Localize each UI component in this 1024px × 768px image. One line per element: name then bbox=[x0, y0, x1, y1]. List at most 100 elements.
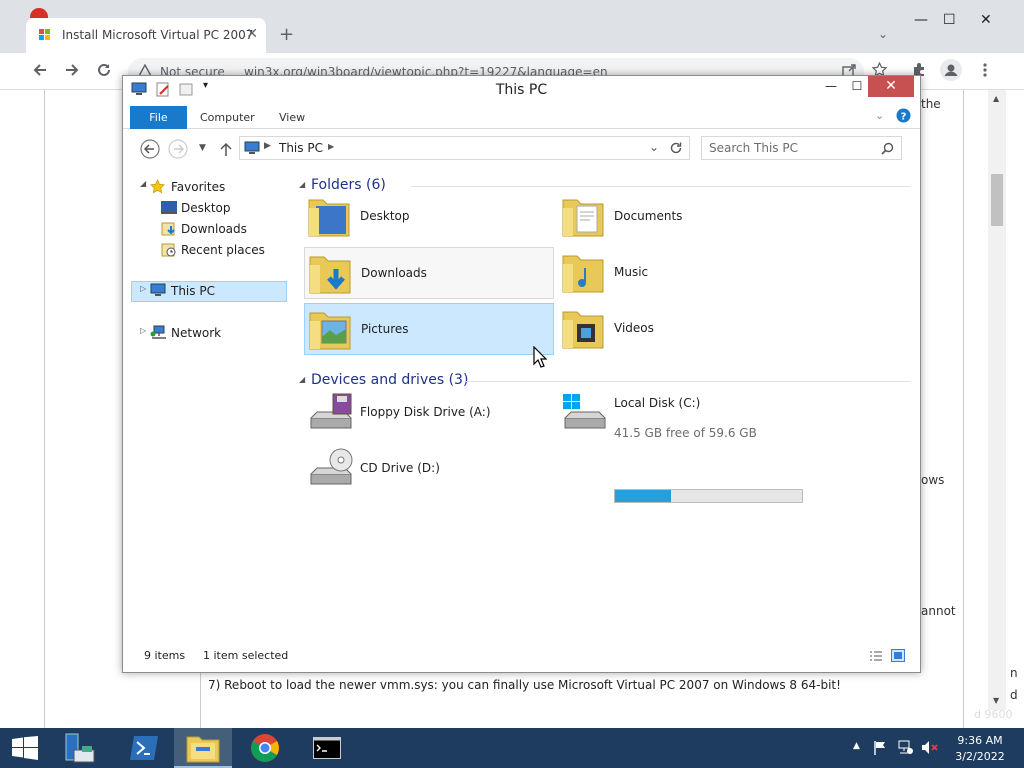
show-hidden-icons-icon[interactable]: ▲ bbox=[853, 741, 860, 751]
nav-this-pc[interactable]: This PC bbox=[171, 284, 215, 298]
devices-group-header[interactable]: Devices and drives (3) bbox=[311, 372, 468, 388]
back-icon[interactable] bbox=[32, 62, 48, 78]
page-scrollbar[interactable]: ▲ ▼ bbox=[988, 90, 1006, 710]
folder-label: Downloads bbox=[361, 266, 427, 280]
folder-documents[interactable]: Documents bbox=[558, 191, 808, 243]
collapse-arrow-icon[interactable]: ◢ bbox=[140, 179, 146, 188]
nav-downloads[interactable]: Downloads bbox=[181, 222, 247, 236]
instruction-step-7: 7) Reboot to load the newer vmm.sys: you… bbox=[208, 678, 841, 692]
forward-icon[interactable] bbox=[168, 139, 188, 159]
network-tray-icon[interactable] bbox=[898, 740, 914, 755]
address-dropdown-icon[interactable]: ⌄ bbox=[649, 140, 659, 154]
server-manager-taskbar-button[interactable] bbox=[56, 728, 114, 768]
tab-close-icon[interactable]: ✕ bbox=[246, 26, 258, 42]
recent-locations-icon[interactable]: ▼ bbox=[199, 143, 206, 153]
drive-floppy[interactable]: Floppy Disk Drive (A:) bbox=[304, 387, 554, 441]
volume-muted-icon[interactable] bbox=[921, 740, 939, 755]
drive-local-disk[interactable]: Local Disk (C:) 41.5 GB free of 59.6 GB bbox=[558, 387, 808, 441]
group-divider bbox=[466, 381, 911, 382]
tab-list-button[interactable]: ⌄ bbox=[878, 27, 888, 41]
window-maximize-button[interactable]: ☐ bbox=[943, 12, 956, 28]
breadcrumb-separator-icon[interactable]: ▶ bbox=[264, 141, 271, 151]
drive-label: Floppy Disk Drive (A:) bbox=[360, 405, 491, 419]
disk-usage-fill bbox=[615, 490, 672, 502]
chrome-taskbar-button[interactable] bbox=[238, 728, 296, 768]
reload-icon[interactable] bbox=[96, 62, 112, 78]
svg-text:?: ? bbox=[901, 112, 907, 123]
powershell-taskbar-button[interactable] bbox=[116, 728, 174, 768]
up-icon[interactable] bbox=[219, 141, 233, 157]
refresh-icon[interactable] bbox=[669, 140, 683, 156]
nav-network[interactable]: Network bbox=[171, 326, 221, 340]
command-prompt-taskbar-button[interactable] bbox=[298, 728, 356, 768]
folder-label: Documents bbox=[614, 209, 683, 223]
desktop-folder-icon bbox=[307, 194, 351, 240]
ribbon-tabs: File Computer View ⌄ ? bbox=[123, 105, 920, 129]
nav-recent-places[interactable]: Recent places bbox=[181, 243, 265, 257]
expand-arrow-icon[interactable]: ▷ bbox=[140, 284, 146, 293]
tab-view[interactable]: View bbox=[279, 111, 305, 124]
explorer-close-button[interactable]: ✕ bbox=[868, 76, 914, 97]
browser-tab[interactable]: Install Microsoft Virtual PC 2007 ✕ bbox=[26, 18, 266, 53]
computer-icon bbox=[244, 141, 260, 155]
folder-downloads[interactable]: Downloads bbox=[304, 247, 554, 299]
nav-desktop[interactable]: Desktop bbox=[181, 201, 231, 215]
star-icon bbox=[150, 179, 165, 194]
recent-places-icon bbox=[161, 242, 177, 258]
breadcrumb[interactable]: This PC bbox=[279, 141, 323, 155]
window-minimize-button[interactable]: — bbox=[914, 12, 928, 28]
item-count: 9 items bbox=[144, 649, 186, 662]
nav-favorites[interactable]: Favorites bbox=[171, 180, 225, 194]
system-clock[interactable]: 9:36 AM 3/2/2022 bbox=[950, 733, 1010, 765]
navigation-pane: ◢ Favorites Desktop Downloads Recent pla… bbox=[123, 169, 293, 639]
forward-icon[interactable] bbox=[64, 62, 80, 78]
new-tab-button[interactable]: + bbox=[279, 24, 294, 45]
explorer-titlebar[interactable]: ▾ This PC — ☐ ✕ bbox=[123, 76, 920, 103]
tab-file[interactable]: File bbox=[130, 106, 187, 129]
page-text-fragment: d bbox=[1010, 688, 1018, 702]
start-button[interactable] bbox=[0, 728, 52, 768]
window-close-button[interactable]: ✕ bbox=[980, 12, 992, 28]
scrollbar-thumb[interactable] bbox=[991, 174, 1003, 226]
folder-label: Pictures bbox=[361, 322, 409, 336]
folder-desktop[interactable]: Desktop bbox=[304, 191, 554, 243]
folder-videos[interactable]: Videos bbox=[558, 303, 808, 355]
expand-arrow-icon[interactable]: ▷ bbox=[140, 326, 146, 335]
disk-usage-bar bbox=[614, 489, 803, 503]
page-text-fragment: ows bbox=[921, 473, 945, 487]
scroll-down-icon[interactable]: ▼ bbox=[993, 696, 999, 705]
search-icon[interactable] bbox=[881, 142, 894, 155]
folder-music[interactable]: Music bbox=[558, 247, 808, 299]
search-box[interactable]: Search This PC bbox=[701, 136, 902, 160]
explorer-address-bar[interactable]: ▶ This PC ▶ ⌄ bbox=[239, 136, 690, 160]
folder-label: Desktop bbox=[360, 209, 410, 223]
collapse-arrow-icon[interactable]: ◢ bbox=[299, 375, 305, 384]
large-icons-view-icon[interactable] bbox=[891, 649, 905, 662]
help-icon[interactable]: ? bbox=[896, 108, 911, 123]
collapse-arrow-icon[interactable]: ◢ bbox=[299, 180, 305, 189]
drive-cd[interactable]: CD Drive (D:) bbox=[304, 443, 554, 497]
scroll-up-icon[interactable]: ▲ bbox=[993, 94, 999, 103]
explorer-maximize-button[interactable]: ☐ bbox=[844, 76, 870, 97]
file-explorer-window: ▾ This PC — ☐ ✕ File Computer View ⌄ ? ▼… bbox=[122, 75, 921, 673]
content-pane: ◢ Folders (6) Desktop Documents Download… bbox=[296, 169, 916, 639]
file-explorer-taskbar-button[interactable] bbox=[174, 728, 232, 768]
music-folder-icon bbox=[561, 250, 605, 296]
record-indicator bbox=[30, 8, 48, 18]
folder-pictures[interactable]: Pictures bbox=[304, 303, 554, 355]
expand-ribbon-icon[interactable]: ⌄ bbox=[875, 109, 884, 122]
cd-drive-icon bbox=[307, 446, 355, 492]
desktop-icon bbox=[161, 201, 177, 214]
selection-count: 1 item selected bbox=[203, 649, 289, 662]
drive-label: CD Drive (D:) bbox=[360, 461, 440, 475]
breadcrumb-separator-icon[interactable]: ▶ bbox=[328, 142, 334, 151]
explorer-minimize-button[interactable]: — bbox=[818, 76, 844, 97]
action-center-flag-icon[interactable] bbox=[873, 740, 887, 755]
profile-icon[interactable] bbox=[940, 59, 962, 81]
menu-kebab-icon[interactable] bbox=[978, 62, 992, 78]
drive-label: Local Disk (C:) bbox=[614, 396, 701, 410]
back-icon[interactable] bbox=[140, 139, 160, 159]
details-view-icon[interactable] bbox=[869, 650, 883, 662]
search-input[interactable]: Search This PC bbox=[709, 141, 798, 155]
tab-computer[interactable]: Computer bbox=[200, 111, 255, 124]
